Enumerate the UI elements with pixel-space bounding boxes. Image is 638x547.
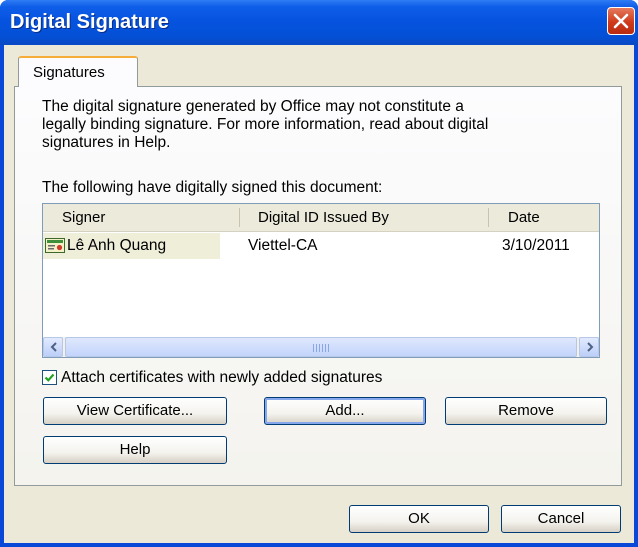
attach-certificates-checkbox[interactable] xyxy=(42,370,57,385)
date-value: 3/10/2011 xyxy=(502,237,570,254)
tab-signatures[interactable]: Signatures xyxy=(18,56,138,87)
add-button[interactable]: Add... xyxy=(264,397,426,425)
close-button[interactable] xyxy=(607,7,635,35)
intro-text-line-2: legally binding signature. For more info… xyxy=(42,116,489,133)
column-header-issued-by[interactable]: Digital ID Issued By xyxy=(258,209,389,226)
tab-signatures-label: Signatures xyxy=(33,64,105,81)
view-certificate-button[interactable]: View Certificate... xyxy=(43,397,227,425)
scroll-right-button[interactable] xyxy=(579,337,599,357)
certificate-icon xyxy=(45,238,65,253)
issued-by-value: Viettel-CA xyxy=(248,237,318,254)
dialog-window: Digital Signature Signatures The digital… xyxy=(0,0,638,547)
help-button[interactable]: Help xyxy=(43,436,227,464)
column-divider[interactable] xyxy=(239,208,240,227)
remove-button[interactable]: Remove xyxy=(445,397,607,425)
column-divider[interactable] xyxy=(488,208,489,227)
ok-button[interactable]: OK xyxy=(349,505,489,533)
column-header-signer[interactable]: Signer xyxy=(62,209,105,226)
table-row[interactable]: Lê Anh Quang Viettel-CA 3/10/2011 xyxy=(43,233,599,259)
scroll-thumb[interactable] xyxy=(65,337,577,357)
signer-name: Lê Anh Quang xyxy=(67,237,167,254)
horizontal-scrollbar[interactable] xyxy=(43,337,599,357)
scroll-grip-icon xyxy=(313,344,331,352)
list-header: Signer Digital ID Issued By Date xyxy=(43,204,599,232)
list-caption: The following have digitally signed this… xyxy=(42,179,383,196)
scroll-left-button[interactable] xyxy=(43,337,63,357)
signers-list[interactable]: Signer Digital ID Issued By Date Lê Anh … xyxy=(42,203,600,358)
intro-text-line-3: signatures in Help. xyxy=(42,134,171,151)
dialog-title: Digital Signature xyxy=(10,11,169,33)
attach-certificates-label[interactable]: Attach certificates with newly added sig… xyxy=(61,369,382,387)
column-header-date[interactable]: Date xyxy=(508,209,540,226)
arrow-left-icon xyxy=(50,342,57,352)
title-bar[interactable]: Digital Signature xyxy=(0,0,638,45)
arrow-right-icon xyxy=(587,342,594,352)
intro-text-line-1: The digital signature generated by Offic… xyxy=(42,98,464,115)
close-icon xyxy=(613,13,629,29)
checkmark-icon xyxy=(44,373,55,382)
cancel-button[interactable]: Cancel xyxy=(501,505,621,533)
